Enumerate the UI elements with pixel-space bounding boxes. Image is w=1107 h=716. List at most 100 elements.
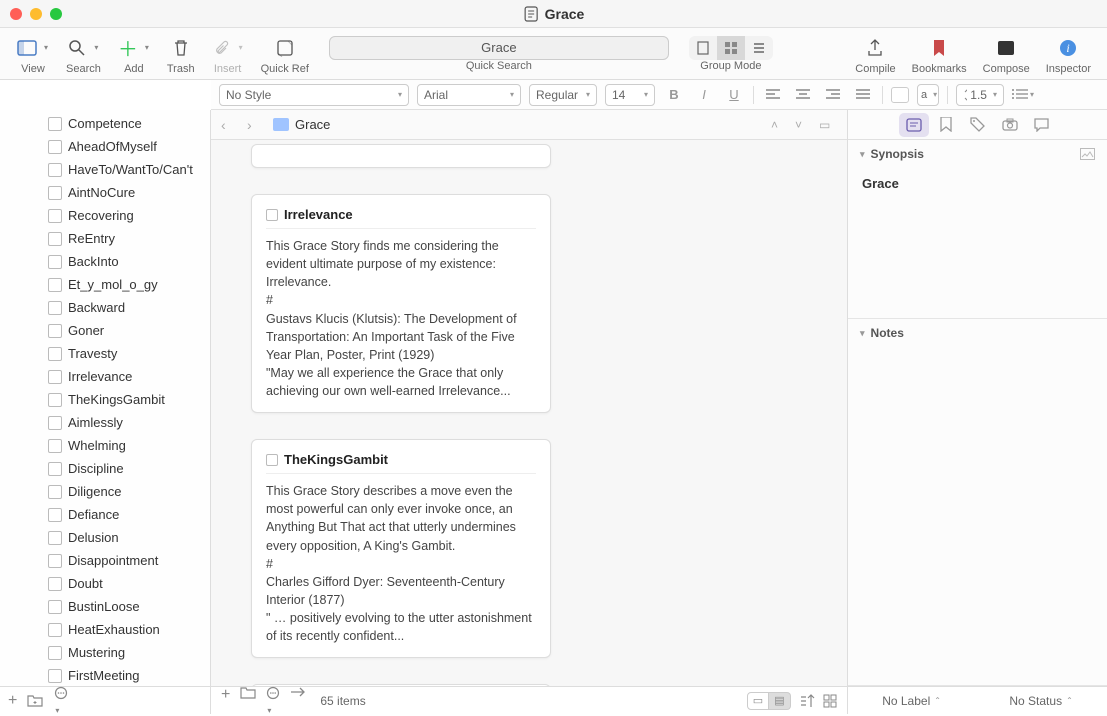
binder-options-button[interactable]: ▾ [53,686,71,716]
bold-button[interactable]: B [663,84,685,106]
text-color-button[interactable] [891,87,909,103]
index-card[interactable]: TheKingsGambitThis Grace Story describes… [251,439,551,658]
arrange-button[interactable] [799,694,815,708]
image-icon[interactable] [1080,148,1095,160]
binder-item-label: ReEntry [68,231,115,246]
insert-button[interactable]: ▾ Insert [211,33,245,75]
binder-item[interactable]: Travesty [0,342,210,365]
linespacing-select[interactable]: 1.5▾ [956,84,1004,106]
inspector-tab-notes[interactable] [899,113,929,137]
style-select[interactable]: No Style▾ [219,84,409,106]
binder-item[interactable]: Irrelevance [0,365,210,388]
nav-back-button[interactable]: ‹ [221,117,237,133]
inspector-tab-bookmarks[interactable] [931,113,961,137]
binder-item[interactable]: BackInto [0,250,210,273]
binder-item-label: Recovering [68,208,134,223]
binder-item[interactable]: Doubt [0,572,210,595]
binder-item[interactable]: Goner [0,319,210,342]
binder-item[interactable]: Recovering [0,204,210,227]
synopsis-title[interactable]: Grace [862,176,1093,191]
group-mode-doc[interactable] [689,36,717,60]
split-icon[interactable]: ▭ [819,118,837,132]
group-mode-cork[interactable] [717,36,745,60]
binder-item[interactable]: Whelming [0,434,210,457]
index-card[interactable]: IrrelevanceThis Grace Story finds me con… [251,194,551,413]
compile-button[interactable]: Compile [855,33,895,75]
search-button[interactable]: ▾ Search [66,33,101,75]
binder-item[interactable]: AheadOfMyself [0,135,210,158]
binder-item[interactable]: TheKingsGambit [0,388,210,411]
view-cards-button[interactable]: ▤ [769,692,791,710]
binder-item[interactable]: HaveTo/WantTo/Can't [0,158,210,181]
binder-item[interactable]: ReEntry [0,227,210,250]
inspector-toggle[interactable]: i Inspector [1046,33,1091,75]
add-folder-footer[interactable] [240,686,256,716]
weight-select[interactable]: Regular▾ [529,84,597,106]
group-mode-outline[interactable] [745,36,773,60]
open-footer[interactable] [290,686,306,716]
quickref-button[interactable]: Quick Ref [261,33,309,75]
minimize-window-button[interactable] [30,8,42,20]
binder-sidebar[interactable]: CompetenceAheadOfMyselfHaveTo/WantTo/Can… [0,110,211,686]
view-button[interactable]: ▾ View [16,33,50,75]
collapse-down-icon[interactable]: ˅ [795,118,813,132]
zoom-window-button[interactable] [50,8,62,20]
italic-button[interactable]: I [693,84,715,106]
inspector-tab-snapshots[interactable] [995,113,1025,137]
align-center-button[interactable] [792,84,814,106]
nav-forward-button[interactable]: › [247,117,263,133]
binder-item[interactable]: FirstMeeting [0,664,210,686]
binder-item[interactable]: Delusion [0,526,210,549]
bookmarks-button[interactable]: Bookmarks [912,33,967,75]
binder-item[interactable]: Mustering [0,641,210,664]
compose-button[interactable]: Compose [983,33,1030,75]
label-select[interactable]: No Label⌃ [882,694,941,708]
binder-item[interactable]: Discipline [0,457,210,480]
binder-item[interactable]: Diligence [0,480,210,503]
list-button[interactable]: ▾ [1012,84,1034,106]
document-icon [48,301,62,315]
binder-item[interactable]: Backward [0,296,210,319]
binder-item[interactable]: Defiance [0,503,210,526]
view-list-button[interactable]: ▭ [747,692,769,710]
grid-button[interactable] [823,694,837,708]
quick-search-input[interactable] [329,36,669,60]
highlight-button[interactable]: a▾ [917,84,939,106]
status-select[interactable]: No Status⌃ [1009,694,1072,708]
size-select[interactable]: 14▾ [605,84,655,106]
collapse-up-icon[interactable]: ˄ [771,118,789,132]
binder-item[interactable]: Disappointment [0,549,210,572]
index-card[interactable] [251,144,551,168]
add-doc-button[interactable]: + [8,692,17,710]
binder-item[interactable]: Competence [0,112,210,135]
align-right-button[interactable] [822,84,844,106]
options-footer[interactable]: ▾ [266,686,280,716]
binder-item[interactable]: HeatExhaustion [0,618,210,641]
binder-item[interactable]: Et_y_mol_o_gy [0,273,210,296]
inspector-tab-metadata[interactable] [963,113,993,137]
binder-item[interactable]: BustinLoose [0,595,210,618]
binder-item-label: Aimlessly [68,415,123,430]
align-left-button[interactable] [762,84,784,106]
breadcrumb[interactable]: Grace [273,117,330,132]
add-button-footer[interactable]: + [221,686,230,716]
font-select[interactable]: Arial▾ [417,84,521,106]
close-window-button[interactable] [10,8,22,20]
editor-header: ‹ › Grace ˄ ˅ ▭ [211,110,847,140]
synopsis-header[interactable]: ▾ Synopsis [848,140,1107,168]
binder-item[interactable]: Aimlessly [0,411,210,434]
notes-header[interactable]: ▾ Notes [848,319,1107,347]
align-justify-button[interactable] [852,84,874,106]
status-value: No Status [1009,694,1062,708]
chevron-down-icon: ▾ [237,43,245,52]
binder-item[interactable]: AintNoCure [0,181,210,204]
add-folder-button[interactable] [27,694,43,707]
chevron-down-icon: ▾ [92,43,100,52]
underline-button[interactable]: U [723,84,745,106]
quick-search-field[interactable]: Quick Search [329,36,669,72]
trash-button[interactable]: Trash [167,33,195,75]
inspector-tab-comments[interactable] [1027,113,1057,137]
add-button[interactable]: ＋ ▾ Add [117,33,151,75]
corkboard-area[interactable]: IrrelevanceThis Grace Story finds me con… [211,140,847,686]
notes-body[interactable] [848,347,1107,647]
